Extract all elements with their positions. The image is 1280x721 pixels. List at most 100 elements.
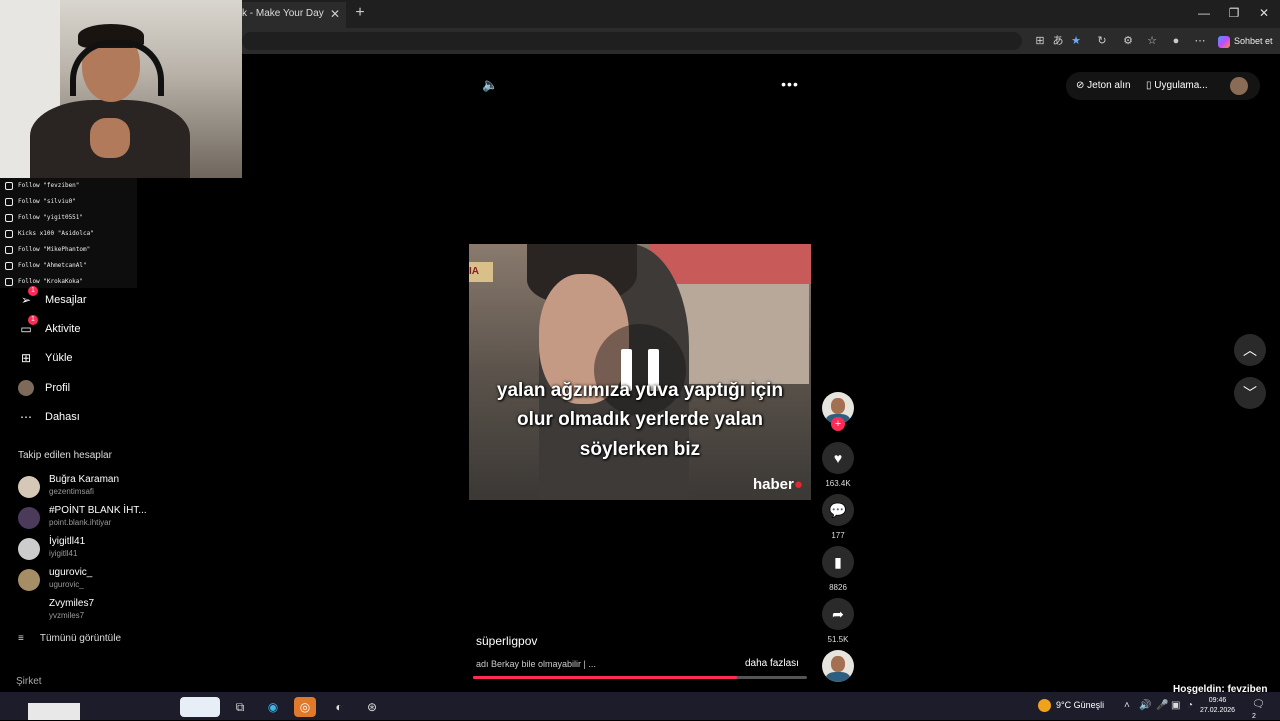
video-progress-bar[interactable]	[473, 676, 807, 679]
follow-alert: Follow "yigit0551"	[5, 212, 83, 224]
show-more-link[interactable]: daha fazlası	[745, 658, 799, 669]
share-arrow-icon: ➦	[832, 606, 844, 622]
share-button[interactable]: ➦	[822, 598, 854, 630]
heart-icon	[5, 261, 13, 270]
task-view-icon[interactable]: ⧉	[229, 697, 251, 717]
share-count: 51.5K	[827, 635, 849, 644]
subtitle-line: olur olmadık yerlerde yalan	[516, 409, 764, 430]
browser-tab[interactable]: k - Make Your Day ✕	[236, 2, 346, 28]
comment-icon: 💬	[829, 502, 847, 518]
taskbar-widget-icon[interactable]	[180, 697, 220, 717]
chevron-up-icon: ︿	[1243, 342, 1257, 358]
sidebar-item-profile[interactable]: Profil	[18, 378, 70, 398]
avatar	[18, 476, 40, 498]
progress-fill	[473, 676, 737, 679]
paper-plane-icon: ➢ 1	[18, 286, 38, 308]
steam-icon[interactable]: ◐	[328, 697, 350, 717]
like-count: 163.4K	[825, 479, 851, 488]
comment-button[interactable]: 💬	[822, 494, 854, 526]
more-options-icon[interactable]: •••	[780, 77, 800, 93]
refresh-icon[interactable]: ↻	[1094, 33, 1110, 49]
follow-alert: Follow "fevziben"	[5, 180, 79, 192]
follow-alert: Follow "MikePhantom"	[5, 244, 90, 256]
get-coins-button[interactable]: ⊘ Jeton alın	[1076, 80, 1131, 91]
heart-icon	[5, 213, 13, 222]
copilot-icon	[1218, 35, 1230, 48]
webcam-overlay	[0, 0, 242, 178]
next-video-button[interactable]: ﹀	[1234, 377, 1266, 409]
heart-icon	[5, 245, 13, 254]
close-window-button[interactable]: ✕	[1250, 4, 1278, 22]
like-button[interactable]: ♥	[822, 442, 854, 474]
heart-icon	[5, 277, 13, 286]
get-app-button[interactable]: ▯ Uygulama...	[1146, 80, 1208, 91]
kick-icon	[5, 229, 13, 238]
pause-icon[interactable]	[594, 324, 686, 416]
address-bar[interactable]	[242, 32, 1022, 50]
tab-title: k - Make Your Day	[242, 8, 324, 19]
save-button[interactable]: ▮	[822, 546, 854, 578]
edge-icon[interactable]: ◉	[262, 697, 284, 717]
sidebar-item-label: Profil	[45, 382, 71, 394]
notification-badge: 1	[28, 315, 38, 326]
subtitle-line: yalan ağzımıza yuva yaptığı için	[496, 380, 784, 401]
favorite-star-icon[interactable]: ★	[1068, 33, 1084, 49]
extensions-icon[interactable]: ⚙	[1120, 33, 1136, 49]
sidebar-item-label: Dahası	[45, 411, 80, 423]
sun-icon	[1038, 699, 1051, 712]
obs-icon[interactable]: ◎	[294, 697, 316, 717]
notification-icon[interactable]: 🗨2	[1252, 699, 1268, 720]
sidebar-item-messages[interactable]: ➢ 1 Mesajlar	[18, 286, 87, 310]
tab-close-icon[interactable]: ✕	[330, 2, 340, 26]
minimize-button[interactable]: —	[1190, 4, 1218, 22]
upload-icon: ⊞	[20, 351, 32, 366]
heart-icon	[5, 181, 13, 190]
speaker-icon[interactable]: 🔊	[1139, 700, 1151, 711]
company-link[interactable]: Şirket	[16, 676, 42, 687]
follow-alert: Kicks x100 "Asidolca"	[5, 228, 94, 240]
taskbar-search-box[interactable]	[28, 703, 80, 720]
avatar	[18, 507, 40, 529]
previous-video-button[interactable]: ︿	[1234, 334, 1266, 366]
top-right-actions: ⊘ Jeton alın ▯ Uygulama...	[1066, 72, 1260, 100]
follow-plus-icon[interactable]: +	[831, 417, 845, 431]
follow-alert: Follow "KrokaKoka"	[5, 276, 83, 288]
weather-widget[interactable]: 9°C Güneşli	[1038, 699, 1104, 712]
display-icon[interactable]: ▣	[1171, 700, 1180, 711]
subtitle-line: söylerken biz	[579, 439, 701, 460]
sidebar-item-label: Mesajlar	[45, 294, 87, 306]
taskbar-clock[interactable]: 09:46 27.02.2026	[1200, 696, 1235, 716]
video-description: adı Berkay bile olmayabilir | ...	[476, 659, 596, 669]
heart-icon: ♥	[833, 450, 843, 466]
apps-icon[interactable]: ⊞	[1032, 33, 1048, 49]
copilot-button[interactable]: Sohbet et	[1218, 32, 1273, 50]
app-icon[interactable]: ⊛	[361, 697, 383, 717]
favorites-icon[interactable]: ☆	[1144, 33, 1160, 49]
new-tab-button[interactable]: +	[352, 4, 368, 22]
volume-icon[interactable]: 🔈	[482, 77, 498, 93]
follow-alert: Follow "AhmetcanAl"	[5, 260, 87, 272]
notification-badge: 1	[28, 286, 38, 297]
follow-alert: Follow "silviu0"	[5, 196, 76, 208]
sidebar-item-upload[interactable]: ⊞ Yükle	[18, 348, 73, 368]
stream-welcome-text: Hoşgeldin: fevziben	[1173, 684, 1268, 695]
notification-count: 2	[1252, 713, 1256, 720]
network-icon[interactable]: ◔	[1187, 700, 1193, 711]
profile-icon[interactable]: ●	[1168, 33, 1184, 49]
comment-count: 177	[831, 531, 845, 540]
music-disc-avatar[interactable]	[822, 650, 854, 682]
translate-icon[interactable]: あ	[1050, 33, 1066, 49]
sidebar-item-activity[interactable]: ▭ 1 Aktivite	[18, 315, 80, 339]
restore-button[interactable]: ❐	[1220, 4, 1248, 22]
sidebar-item-more[interactable]: ⋯ Dahası	[18, 407, 80, 427]
microphone-icon[interactable]: 🎤	[1156, 700, 1168, 711]
view-all-link[interactable]: ≡ Tümünü görüntüle	[18, 633, 121, 644]
heart-icon	[5, 197, 13, 206]
list-icon: ≡	[18, 633, 24, 644]
video-username[interactable]: süperligpov	[476, 634, 537, 648]
chevron-up-icon[interactable]: ˄	[1124, 700, 1130, 711]
menu-dots-icon[interactable]: ⋯	[1192, 33, 1208, 49]
avatar	[18, 569, 40, 591]
more-dots-icon: ⋯	[20, 410, 32, 425]
user-avatar[interactable]	[1230, 77, 1248, 95]
